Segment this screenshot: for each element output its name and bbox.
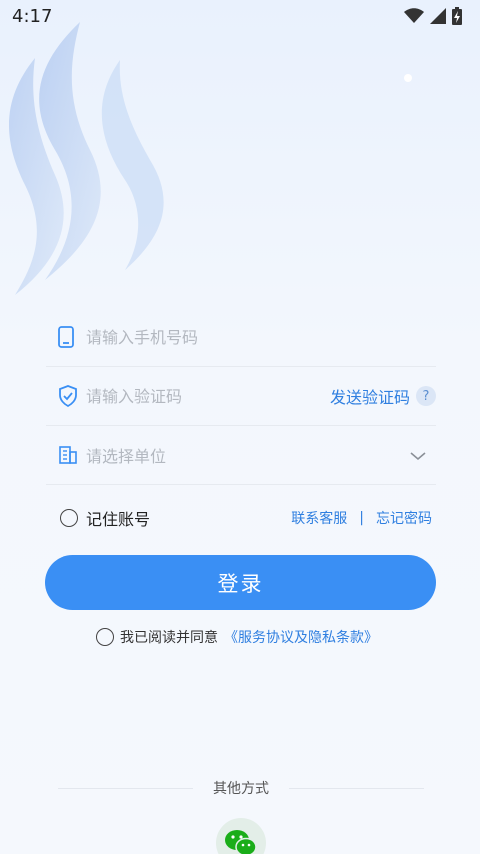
agreement-link[interactable]: 《服务协议及隐私条款》	[224, 627, 378, 647]
contact-support-link[interactable]: 联系客服	[291, 508, 347, 528]
send-code-label: 发送验证码	[329, 388, 410, 407]
signal-icon	[430, 8, 446, 24]
agreement-radio-icon[interactable]	[96, 628, 114, 646]
divider-line	[289, 787, 424, 789]
code-input[interactable]	[86, 386, 330, 406]
background-logo-decoration	[8, 22, 412, 295]
other-methods-divider: 其他方式	[58, 778, 424, 798]
building-icon	[46, 445, 86, 465]
agreement-prefix: 我已阅读并同意	[120, 630, 218, 646]
wechat-login-button[interactable]	[216, 818, 266, 854]
send-code-button[interactable]: 发送验证码 ?	[330, 384, 436, 408]
wifi-icon	[404, 8, 424, 23]
battery-charging-icon	[452, 7, 462, 25]
link-separator: |	[359, 510, 364, 526]
remember-label: 记住账号	[86, 510, 151, 529]
code-field-row: 发送验证码 ?	[46, 367, 436, 426]
status-time: 4:17	[12, 5, 53, 27]
options-row: 记住账号 联系客服 | 忘记密码	[60, 504, 432, 532]
status-icons	[404, 7, 462, 25]
login-button[interactable]: 登录	[45, 555, 436, 610]
remember-radio-icon	[60, 509, 78, 527]
shield-check-icon	[46, 385, 86, 407]
other-methods-label: 其他方式	[213, 781, 269, 797]
divider-line	[58, 787, 193, 789]
phone-field-row	[46, 308, 436, 367]
status-bar: 4:17	[0, 0, 480, 32]
unit-placeholder: 请选择单位	[86, 447, 167, 466]
chevron-down-icon	[410, 446, 436, 465]
phone-input[interactable]	[86, 327, 436, 347]
remember-account-checkbox[interactable]: 记住账号	[60, 506, 150, 530]
wechat-icon	[225, 830, 257, 854]
login-form: 发送验证码 ? 请选择单位	[46, 308, 436, 485]
unit-select[interactable]: 请选择单位	[46, 426, 436, 485]
help-links: 联系客服 | 忘记密码	[291, 508, 432, 528]
forgot-password-link[interactable]: 忘记密码	[376, 508, 432, 528]
help-icon[interactable]: ?	[416, 386, 436, 406]
phone-icon	[46, 326, 86, 348]
agreement-row[interactable]: 我已阅读并同意 《服务协议及隐私条款》	[96, 627, 378, 647]
